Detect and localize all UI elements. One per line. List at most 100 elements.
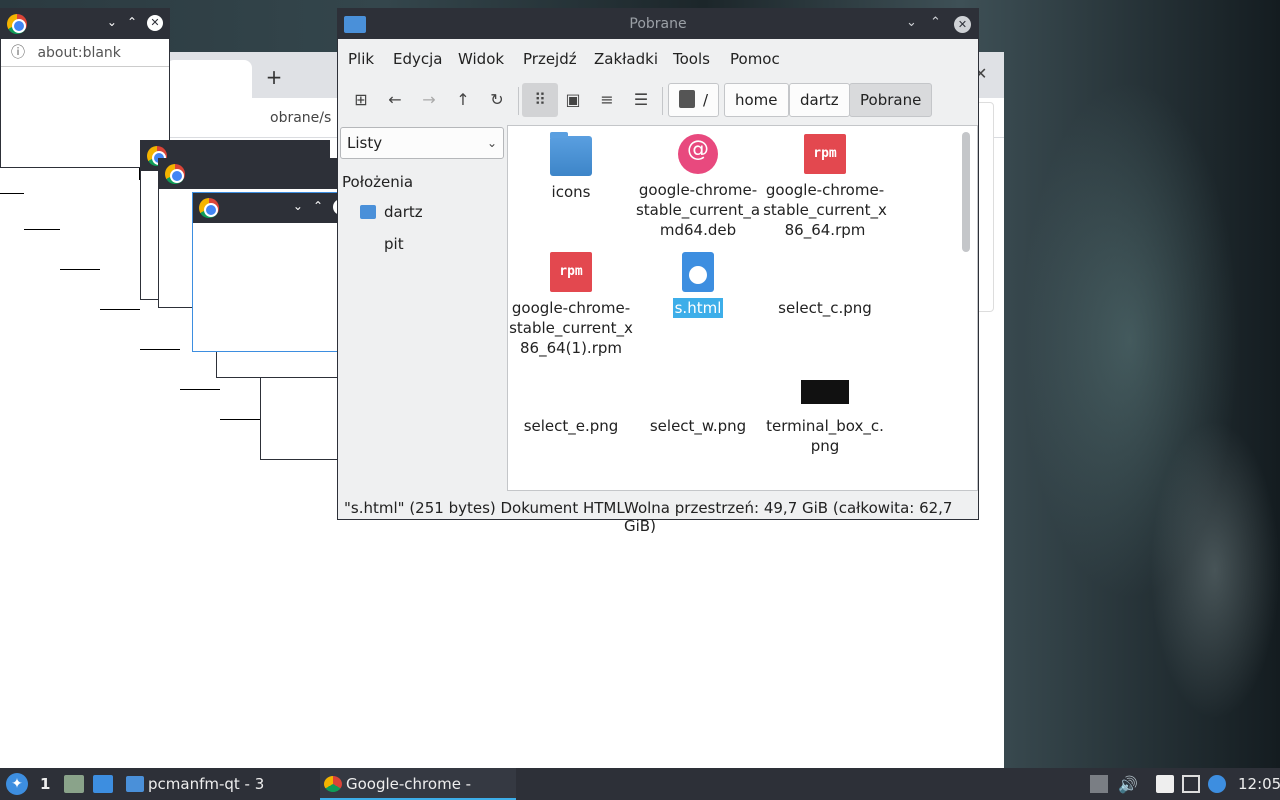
chrome-mini-window-front[interactable]: ⌄⌃✕ [192,192,356,352]
new-tab-icon[interactable]: ⊞ [348,87,374,113]
minimize-icon[interactable]: ⌄ [107,15,127,29]
file-item-select-e[interactable]: select_e.png [508,370,634,436]
file-label: select_c.png [778,299,872,317]
file-label-line2: png [810,437,840,455]
fm-sidebar: Listy ⌄ Położenia dartz pit [338,125,506,495]
minimize-icon[interactable]: ⌄ [906,15,917,30]
file-label: select_e.png [523,417,619,435]
file-item-select-w[interactable]: select_w.png [635,370,761,436]
menubar: Plik Edycja Widok Przejdź Zakładki Tools… [338,39,978,77]
tray-arrow-icon[interactable] [1090,775,1108,793]
file-label-line3: 86_64.rpm [784,221,866,239]
menu-plik[interactable]: Plik [348,50,374,68]
compact-view-icon[interactable]: ≡ [594,87,620,113]
start-menu-icon[interactable]: ✦ [6,773,28,795]
file-item-deb[interactable]: google-chrome- stable_current_a md64.deb [635,134,761,240]
status-free-space: Wolna przestrzeń: 49,7 GiB (całkowita: 6… [624,499,953,535]
chrome-logo-icon [7,14,27,34]
breadcrumb-root-label: / [703,91,709,109]
image-thumbnail-icon [801,380,849,404]
volume-icon[interactable]: 🔊 [1118,775,1138,794]
toolbar-separator [662,87,663,115]
menu-edycja[interactable]: Edycja [393,50,442,68]
breadcrumb-root[interactable]: / [668,83,720,117]
sidebar-mode-label: Listy [347,134,383,152]
chrome-tab[interactable] [166,60,252,98]
file-item-rpm-1[interactable]: rpm google-chrome- stable_current_x 86_6… [508,252,634,358]
menu-widok[interactable]: Widok [458,50,504,68]
file-item-select-c[interactable]: select_c.png [762,252,888,318]
file-manager-window[interactable]: Pobrane ⌄ ⌃ ✕ Plik Edycja Widok Przejdź … [337,8,979,535]
file-label-line3: md64.deb [659,221,737,239]
menu-tools[interactable]: Tools [673,50,710,68]
menu-zakladki[interactable]: Zakładki [594,50,658,68]
chrome-logo-icon [165,164,185,184]
back-arrow-icon[interactable]: ← [382,87,408,113]
file-label: select_w.png [649,417,747,435]
file-item-rpm[interactable]: rpm google-chrome- stable_current_x 86_6… [762,134,888,240]
network-icon[interactable] [1182,775,1200,793]
breadcrumb-home[interactable]: home [724,83,789,117]
file-label-line2: stable_current_x [509,319,633,337]
drive-icon [679,89,695,108]
address-text: about:blank [37,45,121,61]
file-view[interactable]: icons google-chrome- stable_current_a md… [507,125,978,491]
home-folder-icon [360,205,376,219]
folder-icon [126,776,144,792]
reload-icon[interactable]: ↻ [484,87,510,113]
breadcrumb-dartz[interactable]: dartz [789,83,850,117]
new-tab-button[interactable]: + [262,66,286,90]
sidebar-mode-select[interactable]: Listy ⌄ [340,127,504,159]
notification-icon[interactable] [1208,775,1226,793]
chrome-mini-titlebar[interactable]: ⌄⌃✕ [193,193,355,223]
wallpaper-glow-2 [1150,420,1280,720]
detail-view-icon[interactable]: ☰ [628,87,654,113]
sidebar-section-heading: Położenia [342,173,414,191]
clock[interactable]: 12:05 [1238,775,1280,793]
desktop-switcher[interactable]: 1 [40,775,50,793]
breadcrumb-pobrane[interactable]: Pobrane [849,83,933,117]
icon-view-icon[interactable]: ⠿ [522,83,558,117]
maximize-icon[interactable]: ⌃ [127,15,147,29]
rpm-package-icon: rpm [804,134,846,174]
forward-arrow-icon[interactable]: → [416,87,442,113]
clipboard-icon[interactable] [1156,775,1174,793]
maximize-icon[interactable]: ⌃ [313,199,333,213]
menu-pomoc[interactable]: Pomoc [730,50,780,68]
show-desktop-icon[interactable] [93,775,113,793]
chrome-mini-titlebar[interactable] [159,159,337,189]
task-chrome[interactable]: Google-chrome - 232... [320,768,516,800]
chrome-mini-addressbar[interactable]: ⓘ about:blank [1,39,169,67]
chrome-logo-icon [324,776,342,792]
close-icon[interactable]: ✕ [147,15,163,31]
sidebar-item-dartz[interactable]: dartz [384,203,423,221]
sidebar-item-pit[interactable]: pit [384,235,404,253]
file-label: icons [551,183,591,201]
file-manager-launcher-icon[interactable] [64,775,84,793]
file-label-line1: google-chrome- [765,181,885,199]
file-item-terminal-box[interactable]: terminal_box_c. png [762,370,888,456]
file-label-line3: 86_64(1).rpm [520,339,622,357]
close-icon[interactable]: ✕ [954,16,971,33]
minimize-icon[interactable]: ⌄ [293,199,313,213]
window-title: Pobrane [629,16,687,32]
fm-titlebar[interactable]: Pobrane ⌄ ⌃ ✕ [338,9,978,39]
task-label: pcmanfm-qt - 3 wind... [148,775,265,793]
file-item-icons[interactable]: icons [508,132,634,202]
chrome-mini-titlebar[interactable]: ⌄⌃✕ [1,9,169,39]
menu-przejdz[interactable]: Przejdź [523,50,577,68]
task-pcmanfm[interactable]: pcmanfm-qt - 3 wind... [122,768,316,800]
file-label-selected: s.html [672,298,724,318]
window-buttons[interactable]: ⌄⌃✕ [107,15,163,31]
thumbnail-view-icon[interactable]: ▣ [560,87,586,113]
scrollbar[interactable] [962,132,970,252]
chevron-down-icon: ⌄ [486,136,497,150]
file-item-s-html[interactable]: s.html [635,252,761,318]
taskbar: ✦ 1 pcmanfm-qt - 3 wind... Google-chrome… [0,768,1280,800]
status-selection: "s.html" (251 bytes) Dokument HTML [344,499,625,517]
file-label-line2: stable_current_a [635,201,761,219]
toolbar-separator [518,87,519,115]
up-arrow-icon[interactable]: ↑ [450,87,476,113]
toolbar: ⊞ ← → ↑ ↻ ⠿ ▣ ≡ ☰ / home dartz Pobrane [338,79,978,121]
maximize-icon[interactable]: ⌃ [930,15,941,30]
